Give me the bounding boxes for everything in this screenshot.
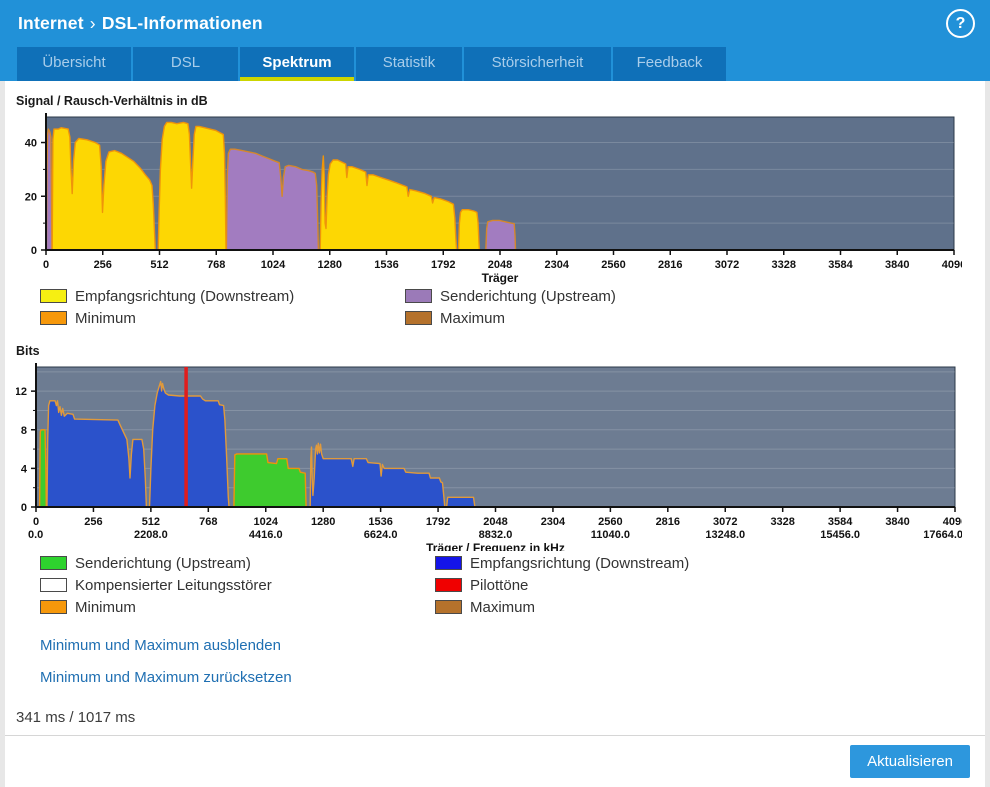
tab-uebersicht[interactable]: Übersicht bbox=[17, 47, 131, 81]
minimum-swatch bbox=[40, 311, 67, 325]
svg-text:40: 40 bbox=[25, 138, 37, 150]
svg-text:0: 0 bbox=[33, 516, 39, 528]
help-icon[interactable]: ? bbox=[946, 9, 975, 38]
svg-text:1280: 1280 bbox=[318, 259, 342, 271]
svg-text:1536: 1536 bbox=[374, 259, 398, 271]
svg-text:3328: 3328 bbox=[772, 259, 796, 271]
svg-text:0: 0 bbox=[31, 245, 37, 257]
snr-chart-title: Signal / Rausch-Verhältnis in dB bbox=[16, 94, 208, 108]
svg-text:6624.0: 6624.0 bbox=[364, 529, 398, 541]
legend-item: Minimum bbox=[40, 307, 405, 329]
tab-stoersicherheit[interactable]: Störsicherheit bbox=[464, 47, 611, 81]
svg-text:12: 12 bbox=[16, 386, 27, 398]
tab-bar: Übersicht DSL Spektrum Statistik Störsic… bbox=[17, 47, 726, 81]
svg-text:15456.0: 15456.0 bbox=[820, 529, 860, 541]
svg-text:2048: 2048 bbox=[488, 259, 512, 271]
pilot-tones-swatch bbox=[435, 578, 462, 592]
svg-text:8: 8 bbox=[21, 425, 27, 437]
svg-text:1792: 1792 bbox=[431, 259, 455, 271]
svg-text:2304: 2304 bbox=[545, 259, 570, 271]
svg-text:3840: 3840 bbox=[885, 259, 909, 271]
tab-dsl[interactable]: DSL bbox=[133, 47, 238, 81]
svg-text:3072: 3072 bbox=[713, 516, 737, 528]
svg-text:0.0: 0.0 bbox=[28, 529, 43, 541]
svg-text:512: 512 bbox=[142, 516, 160, 528]
legend-item: Senderichtung (Upstream) bbox=[40, 552, 435, 574]
refresh-button[interactable]: Aktualisieren bbox=[850, 745, 970, 778]
svg-text:3584: 3584 bbox=[828, 516, 853, 528]
svg-text:2208.0: 2208.0 bbox=[134, 529, 168, 541]
bits-chart-title: Bits bbox=[16, 344, 40, 358]
tab-spektrum[interactable]: Spektrum bbox=[240, 47, 354, 81]
legend-item: Kompensierter Leitungsstörer bbox=[40, 574, 435, 596]
fritzbox-dsl-spectrum-page: Internet › DSL-Informationen ? Übersicht D… bbox=[0, 0, 990, 787]
maximum-swatch bbox=[435, 600, 462, 614]
breadcrumb-page: DSL-Informationen bbox=[101, 13, 263, 33]
svg-text:1024: 1024 bbox=[254, 516, 279, 528]
svg-text:256: 256 bbox=[94, 259, 112, 271]
svg-text:3840: 3840 bbox=[885, 516, 909, 528]
svg-text:4416.0: 4416.0 bbox=[249, 529, 283, 541]
legend-item: Empfangsrichtung (Downstream) bbox=[435, 552, 689, 574]
svg-text:4096: 4096 bbox=[943, 516, 962, 528]
svg-text:1280: 1280 bbox=[311, 516, 335, 528]
svg-text:512: 512 bbox=[150, 259, 168, 271]
snr-chart-legend: Empfangsrichtung (Downstream) Sendericht… bbox=[40, 285, 616, 329]
legend-item: Maximum bbox=[405, 307, 616, 329]
svg-text:20: 20 bbox=[25, 191, 37, 203]
svg-text:13248.0: 13248.0 bbox=[705, 529, 745, 541]
breadcrumb-separator-icon: › bbox=[89, 13, 96, 33]
svg-text:2816: 2816 bbox=[658, 259, 682, 271]
svg-text:768: 768 bbox=[199, 516, 217, 528]
svg-text:1792: 1792 bbox=[426, 516, 450, 528]
snr-chart: 0 256 512 768 1024 1280 1536 1792 2048 2304 2560 28… bbox=[25, 113, 962, 285]
svg-text:2560: 2560 bbox=[601, 259, 625, 271]
page-header: Internet › DSL-Informationen ? Übersicht D… bbox=[0, 0, 990, 81]
svg-text:3072: 3072 bbox=[715, 259, 739, 271]
legend-item: Empfangsrichtung (Downstream) bbox=[40, 285, 405, 307]
svg-text:3584: 3584 bbox=[828, 259, 853, 271]
svg-text:2560: 2560 bbox=[598, 516, 622, 528]
downstream-bits-swatch bbox=[435, 556, 462, 570]
maximum-swatch bbox=[405, 311, 432, 325]
svg-text:256: 256 bbox=[84, 516, 102, 528]
svg-text:2304: 2304 bbox=[541, 516, 566, 528]
svg-text:0: 0 bbox=[21, 502, 27, 514]
upstream-bits-swatch bbox=[40, 556, 67, 570]
svg-text:2816: 2816 bbox=[656, 516, 680, 528]
svg-text:4096: 4096 bbox=[942, 259, 962, 271]
breadcrumb: Internet › DSL-Informationen bbox=[18, 13, 263, 34]
bits-chart-legend: Senderichtung (Upstream) Empfangsrichtun… bbox=[40, 552, 689, 618]
legend-item: Senderichtung (Upstream) bbox=[405, 285, 616, 307]
downstream-swatch bbox=[40, 289, 67, 303]
svg-text:Träger: Träger bbox=[482, 271, 519, 285]
reset-min-max-link[interactable]: Minimum und Maximum zurücksetzen bbox=[40, 669, 292, 686]
svg-text:1536: 1536 bbox=[368, 516, 392, 528]
content-area: Signal / Rausch-Verhältnis in dB 0 256 512… bbox=[5, 81, 985, 787]
upstream-swatch bbox=[405, 289, 432, 303]
svg-text:1024: 1024 bbox=[261, 259, 286, 271]
tab-statistik[interactable]: Statistik bbox=[356, 47, 462, 81]
latency-status-text: 341 ms / 1017 ms bbox=[16, 709, 136, 726]
svg-text:0: 0 bbox=[43, 259, 49, 271]
svg-text:17664.0: 17664.0 bbox=[923, 529, 962, 541]
svg-text:Träger / Frequenz in kHz: Träger / Frequenz in kHz bbox=[426, 541, 565, 551]
svg-text:8832.0: 8832.0 bbox=[479, 529, 513, 541]
hide-min-max-link[interactable]: Minimum und Maximum ausblenden bbox=[40, 637, 281, 654]
svg-text:3328: 3328 bbox=[770, 516, 794, 528]
legend-item: Maximum bbox=[435, 596, 689, 618]
legend-item: Pilottöne bbox=[435, 574, 689, 596]
footer-bar: Aktualisieren bbox=[5, 735, 985, 787]
tab-feedback[interactable]: Feedback bbox=[613, 47, 726, 81]
minimum-swatch bbox=[40, 600, 67, 614]
svg-text:2048: 2048 bbox=[483, 516, 507, 528]
bits-chart: 0 256 512 768 1024 1280 1536 1792 2048 2304 2560 28… bbox=[16, 363, 962, 551]
svg-text:4: 4 bbox=[21, 463, 28, 475]
svg-text:11040.0: 11040.0 bbox=[591, 529, 630, 541]
breadcrumb-section[interactable]: Internet bbox=[18, 13, 84, 33]
compensated-disturber-swatch bbox=[40, 578, 67, 592]
legend-item: Minimum bbox=[40, 596, 435, 618]
svg-text:768: 768 bbox=[207, 259, 225, 271]
